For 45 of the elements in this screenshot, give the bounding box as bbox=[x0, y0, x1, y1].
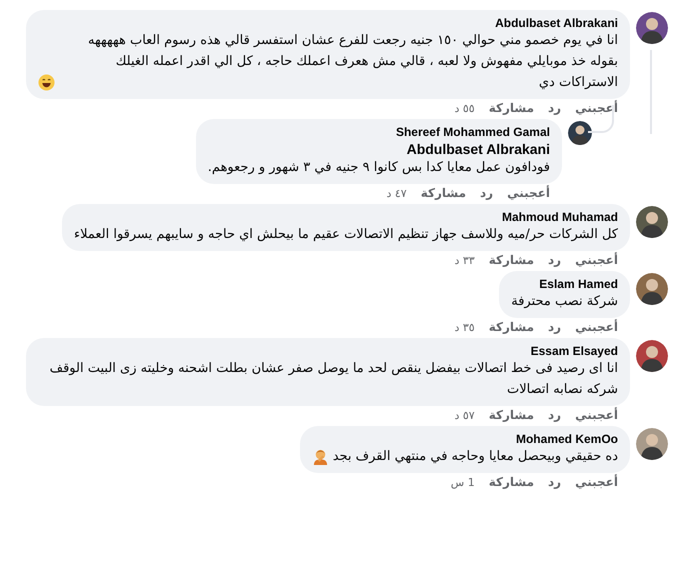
like-link[interactable]: أعجبني bbox=[575, 475, 618, 489]
reply-link[interactable]: رد bbox=[548, 475, 562, 489]
author-name[interactable]: Mohamed KemOo bbox=[312, 432, 618, 446]
timestamp[interactable]: ٣٣ د bbox=[454, 254, 475, 266]
like-link[interactable]: أعجبني bbox=[575, 408, 618, 422]
avatar[interactable] bbox=[568, 121, 592, 145]
reply-link[interactable]: رد bbox=[548, 253, 562, 267]
comment-text: فودافون عمل معايا كدا بس كانوا ٩ جنيه في ٣ شهور و رجعوهم. bbox=[208, 159, 550, 177]
comment-text: انا اى رصيد فى خط اتصالات بيفضل ينقص لحد ما يوصل صفر عشان بطلت اشحنه وخليته زى البيت الوقف شركه نصابه اتصالات bbox=[48, 360, 618, 399]
share-link[interactable]: مشاركة bbox=[420, 186, 466, 200]
avatar[interactable] bbox=[636, 12, 668, 44]
avatar[interactable] bbox=[636, 273, 668, 305]
timestamp[interactable]: ٥٧ د bbox=[454, 408, 475, 422]
timestamp[interactable]: ٤٧ د bbox=[386, 186, 407, 200]
avatar[interactable] bbox=[636, 340, 668, 372]
timestamp[interactable]: 1 س bbox=[450, 476, 475, 488]
author-name[interactable]: Mahmoud Muhamad bbox=[74, 210, 618, 224]
comment-text: انا في يوم خصمو مني حوالي ١٥٠ جنيه رجعت للفرع عشان استفسر قالي هذه رسوم العاب هههههه بقوله خذ موبايلي مفهوش ولا لعبه ، قالي مش هعرف اعملك حاجه ، كل الي اقدر اعمله الغيلك الاستراكات دي bbox=[87, 32, 618, 92]
like-link[interactable]: أعجبني bbox=[575, 320, 618, 334]
comment-text: كل الشركات حر/ميه وللاسف جهاز تنظيم الاتصالات عقيم ما بيحلش اي حاجه و سايبهم يسرقوا العملاء bbox=[74, 226, 618, 244]
timestamp[interactable]: ٣٥ د bbox=[454, 320, 475, 334]
share-link[interactable]: مشاركة bbox=[488, 320, 534, 334]
timestamp[interactable]: ٥٥ د bbox=[454, 102, 475, 114]
reply-link[interactable]: رد bbox=[548, 320, 562, 334]
avatar[interactable] bbox=[636, 428, 668, 460]
reply-link[interactable]: رد bbox=[480, 186, 494, 200]
like-link[interactable]: أعجبني bbox=[507, 186, 550, 200]
author-name[interactable]: Abdulbaset Albrakani bbox=[38, 16, 618, 30]
share-link[interactable]: مشاركة bbox=[488, 475, 534, 489]
share-link[interactable]: مشاركة bbox=[488, 253, 534, 267]
reply-link[interactable]: رد bbox=[548, 408, 562, 422]
share-link[interactable]: مشاركة bbox=[488, 101, 534, 115]
like-link[interactable]: أعجبني bbox=[575, 253, 618, 267]
smile-icon bbox=[38, 74, 55, 91]
reply-link[interactable]: رد bbox=[548, 101, 562, 115]
comment-text: ده حقيقي وبيحصل معايا وحاجه في منتهي القرف بجد bbox=[332, 448, 618, 466]
comment-text: شركة نصب محترفة bbox=[511, 293, 618, 311]
person-icon bbox=[312, 448, 329, 465]
like-link[interactable]: أعجبني bbox=[575, 101, 618, 115]
avatar[interactable] bbox=[636, 206, 668, 238]
author-name[interactable]: Shereef Mohammed Gamal bbox=[208, 125, 550, 139]
author-name[interactable]: Essam Elsayed bbox=[38, 344, 618, 358]
author-name[interactable]: Eslam Hamed bbox=[511, 277, 618, 291]
share-link[interactable]: مشاركة bbox=[488, 408, 534, 422]
mention-link[interactable]: Abdulbaset Albrakani bbox=[208, 141, 550, 157]
